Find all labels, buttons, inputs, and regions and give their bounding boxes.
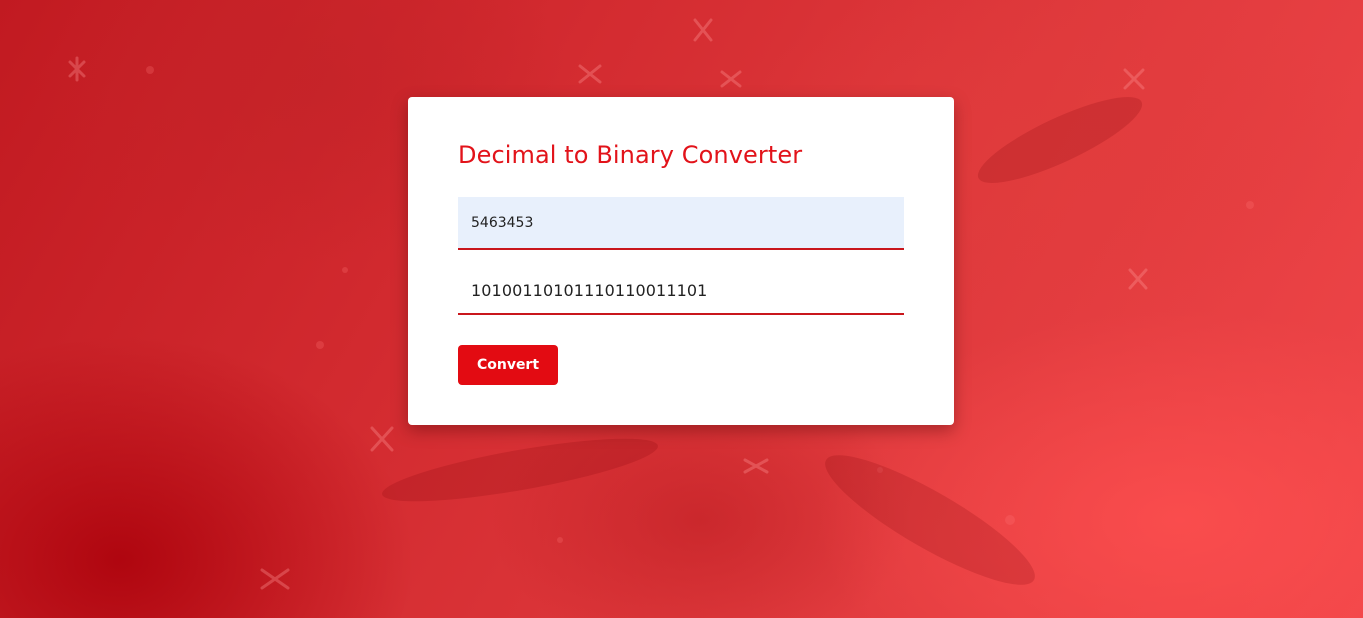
converter-card: Decimal to Binary Converter Convert: [408, 97, 954, 425]
decimal-input[interactable]: [458, 197, 904, 250]
binary-output-field[interactable]: [458, 267, 904, 315]
page-title: Decimal to Binary Converter: [458, 141, 803, 169]
convert-button[interactable]: Convert: [458, 345, 558, 385]
